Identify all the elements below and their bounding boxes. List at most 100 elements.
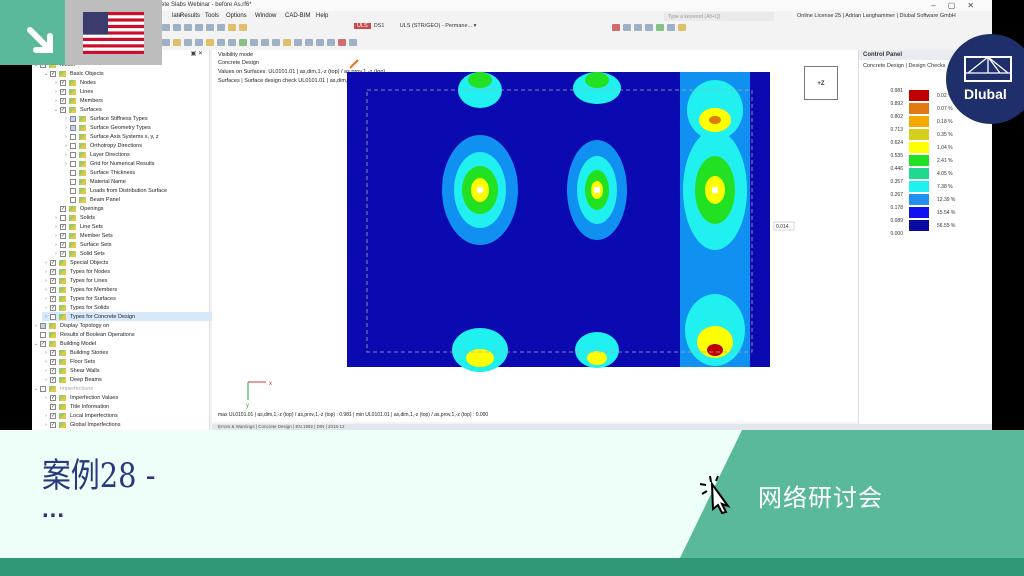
tree-checkbox[interactable] xyxy=(40,385,46,392)
view-icon[interactable] xyxy=(184,24,192,31)
chevron-right-icon[interactable]: › xyxy=(62,134,70,140)
tree-item[interactable]: › ✓ Deep Beams xyxy=(42,375,102,384)
tree-item[interactable]: ⌄ ✓ Basic Objects xyxy=(42,69,104,78)
chevron-right-icon[interactable]: › xyxy=(42,395,50,401)
chevron-right-icon[interactable]: › xyxy=(62,116,70,122)
chevron-right-icon[interactable]: › xyxy=(42,260,50,266)
tree-item[interactable]: › Types for Concrete Design xyxy=(42,312,214,321)
tool-icon[interactable] xyxy=(678,24,686,31)
menu-cad-bim[interactable]: CAD-BIM xyxy=(285,13,310,19)
tree-checkbox[interactable]: ✓ xyxy=(50,277,56,284)
chevron-right-icon[interactable]: › xyxy=(42,296,50,302)
tree-item[interactable]: › Orthotropy Directions xyxy=(62,141,142,150)
chevron-down-icon[interactable]: ⌄ xyxy=(32,386,40,392)
chevron-right-icon[interactable]: › xyxy=(62,152,70,158)
tree-item[interactable]: › Solids xyxy=(52,213,95,222)
tree-item[interactable]: › Grid for Numerical Results xyxy=(62,159,155,168)
tree-item[interactable]: Loads from Distribution Surface xyxy=(62,186,167,195)
tree-checkbox[interactable]: ✓ xyxy=(60,79,66,86)
tree-item[interactable]: › ✓ Types for Solids xyxy=(42,303,109,312)
tree-item[interactable]: › ✓ Lines xyxy=(52,87,93,96)
menu-help[interactable]: Help xyxy=(316,13,328,19)
tree-checkbox[interactable]: ✓ xyxy=(50,286,56,293)
tool-icon[interactable] xyxy=(261,39,269,46)
tree-checkbox[interactable]: ✓ xyxy=(60,250,66,257)
tool-icon[interactable] xyxy=(667,24,675,31)
tree-checkbox[interactable] xyxy=(70,151,76,158)
tree-item[interactable]: › ✓ Types for Members xyxy=(42,285,117,294)
tree-checkbox[interactable] xyxy=(40,322,46,329)
tree-item[interactable]: ⌄ ✓ Building Model xyxy=(32,339,96,348)
tree-checkbox[interactable] xyxy=(70,124,76,131)
tool-icon[interactable] xyxy=(272,39,280,46)
tree-checkbox[interactable]: ✓ xyxy=(50,394,56,401)
tree-checkbox[interactable] xyxy=(70,196,76,203)
chevron-down-icon[interactable]: ⌄ xyxy=(32,341,40,347)
tree-checkbox[interactable]: ✓ xyxy=(50,367,56,374)
chevron-right-icon[interactable]: › xyxy=(52,80,60,86)
tree-checkbox[interactable] xyxy=(70,169,76,176)
view-icon[interactable] xyxy=(206,24,214,31)
chevron-right-icon[interactable]: › xyxy=(42,278,50,284)
tree-checkbox[interactable]: ✓ xyxy=(60,205,66,212)
tree-item[interactable]: › ✓ Types for Nodes xyxy=(42,267,110,276)
tree-item[interactable]: Material Name xyxy=(62,177,126,186)
model-viewport[interactable]: Visibility mode Concrete Design Values o… xyxy=(212,50,858,422)
tool-icon[interactable] xyxy=(206,39,214,46)
tool-icon[interactable] xyxy=(645,24,653,31)
tree-item[interactable]: ⌄ Imperfections xyxy=(32,384,93,393)
tree-checkbox[interactable]: ✓ xyxy=(50,304,56,311)
tool-icon[interactable] xyxy=(316,39,324,46)
menu-window[interactable]: Window xyxy=(255,13,276,19)
chevron-right-icon[interactable]: › xyxy=(52,98,60,104)
chevron-right-icon[interactable]: › xyxy=(42,269,50,275)
tree-item[interactable]: Beam Panel xyxy=(62,195,120,204)
tree-item[interactable]: › Display Topology on xyxy=(32,321,109,330)
chevron-down-icon[interactable]: ⌄ xyxy=(52,107,60,113)
chevron-right-icon[interactable]: › xyxy=(52,89,60,95)
tree-item[interactable]: › ✓ Members xyxy=(52,96,103,105)
results-icon[interactable] xyxy=(228,24,236,31)
undo-icon[interactable] xyxy=(162,24,170,31)
tree-checkbox[interactable]: ✓ xyxy=(50,295,56,302)
tree-checkbox[interactable] xyxy=(40,331,46,338)
tool-icon[interactable] xyxy=(195,39,203,46)
tree-item[interactable]: › ✓ Global Imperfections xyxy=(42,420,120,429)
tree-checkbox[interactable] xyxy=(70,160,76,167)
chevron-right-icon[interactable]: › xyxy=(42,413,50,419)
tree-checkbox[interactable] xyxy=(60,214,66,221)
tree-item[interactable]: › ✓ Member Sets xyxy=(52,231,113,240)
tool-icon[interactable] xyxy=(239,39,247,46)
chevron-right-icon[interactable]: › xyxy=(32,323,40,329)
camera-icon[interactable] xyxy=(349,39,357,46)
chevron-right-icon[interactable]: › xyxy=(42,368,50,374)
tree-checkbox[interactable]: ✓ xyxy=(60,223,66,230)
tree-item[interactable]: › Layer Directions xyxy=(62,150,130,159)
chevron-right-icon[interactable]: › xyxy=(62,143,70,149)
tree-item[interactable]: Surface Thickness xyxy=(62,168,135,177)
maximize-button[interactable]: ▢ xyxy=(948,1,968,10)
tree-item[interactable]: › ✓ Nodes xyxy=(52,78,96,87)
tree-checkbox[interactable] xyxy=(50,313,56,320)
menu-options[interactable]: Options xyxy=(226,13,247,19)
tool-icon[interactable] xyxy=(173,39,181,46)
tool-icon[interactable] xyxy=(634,24,642,31)
tree-checkbox[interactable]: ✓ xyxy=(60,106,66,113)
load-combo-select[interactable]: ULS (STR/GEO) - Permane... xyxy=(400,23,472,29)
tree-checkbox[interactable] xyxy=(70,142,76,149)
tree-item[interactable]: › ✓ Shear Walls xyxy=(42,366,99,375)
menu-results[interactable]: Results xyxy=(180,13,200,19)
tree-checkbox[interactable] xyxy=(70,133,76,140)
chevron-right-icon[interactable]: › xyxy=(42,314,50,320)
tool-icon[interactable] xyxy=(623,24,631,31)
chevron-right-icon[interactable]: › xyxy=(52,224,60,230)
tool-icon[interactable] xyxy=(162,39,170,46)
tree-item[interactable]: › ✓ Line Sets xyxy=(52,222,103,231)
tree-item[interactable]: › ✓ Surface Sets xyxy=(52,240,112,249)
tool-icon[interactable] xyxy=(283,39,291,46)
view-cube[interactable]: +Z xyxy=(804,66,838,100)
close-button[interactable]: ✕ xyxy=(967,1,986,10)
tree-item[interactable]: Results of Boolean Operations xyxy=(32,330,135,339)
chevron-right-icon[interactable]: › xyxy=(52,251,60,257)
tree-checkbox[interactable]: ✓ xyxy=(50,259,56,266)
